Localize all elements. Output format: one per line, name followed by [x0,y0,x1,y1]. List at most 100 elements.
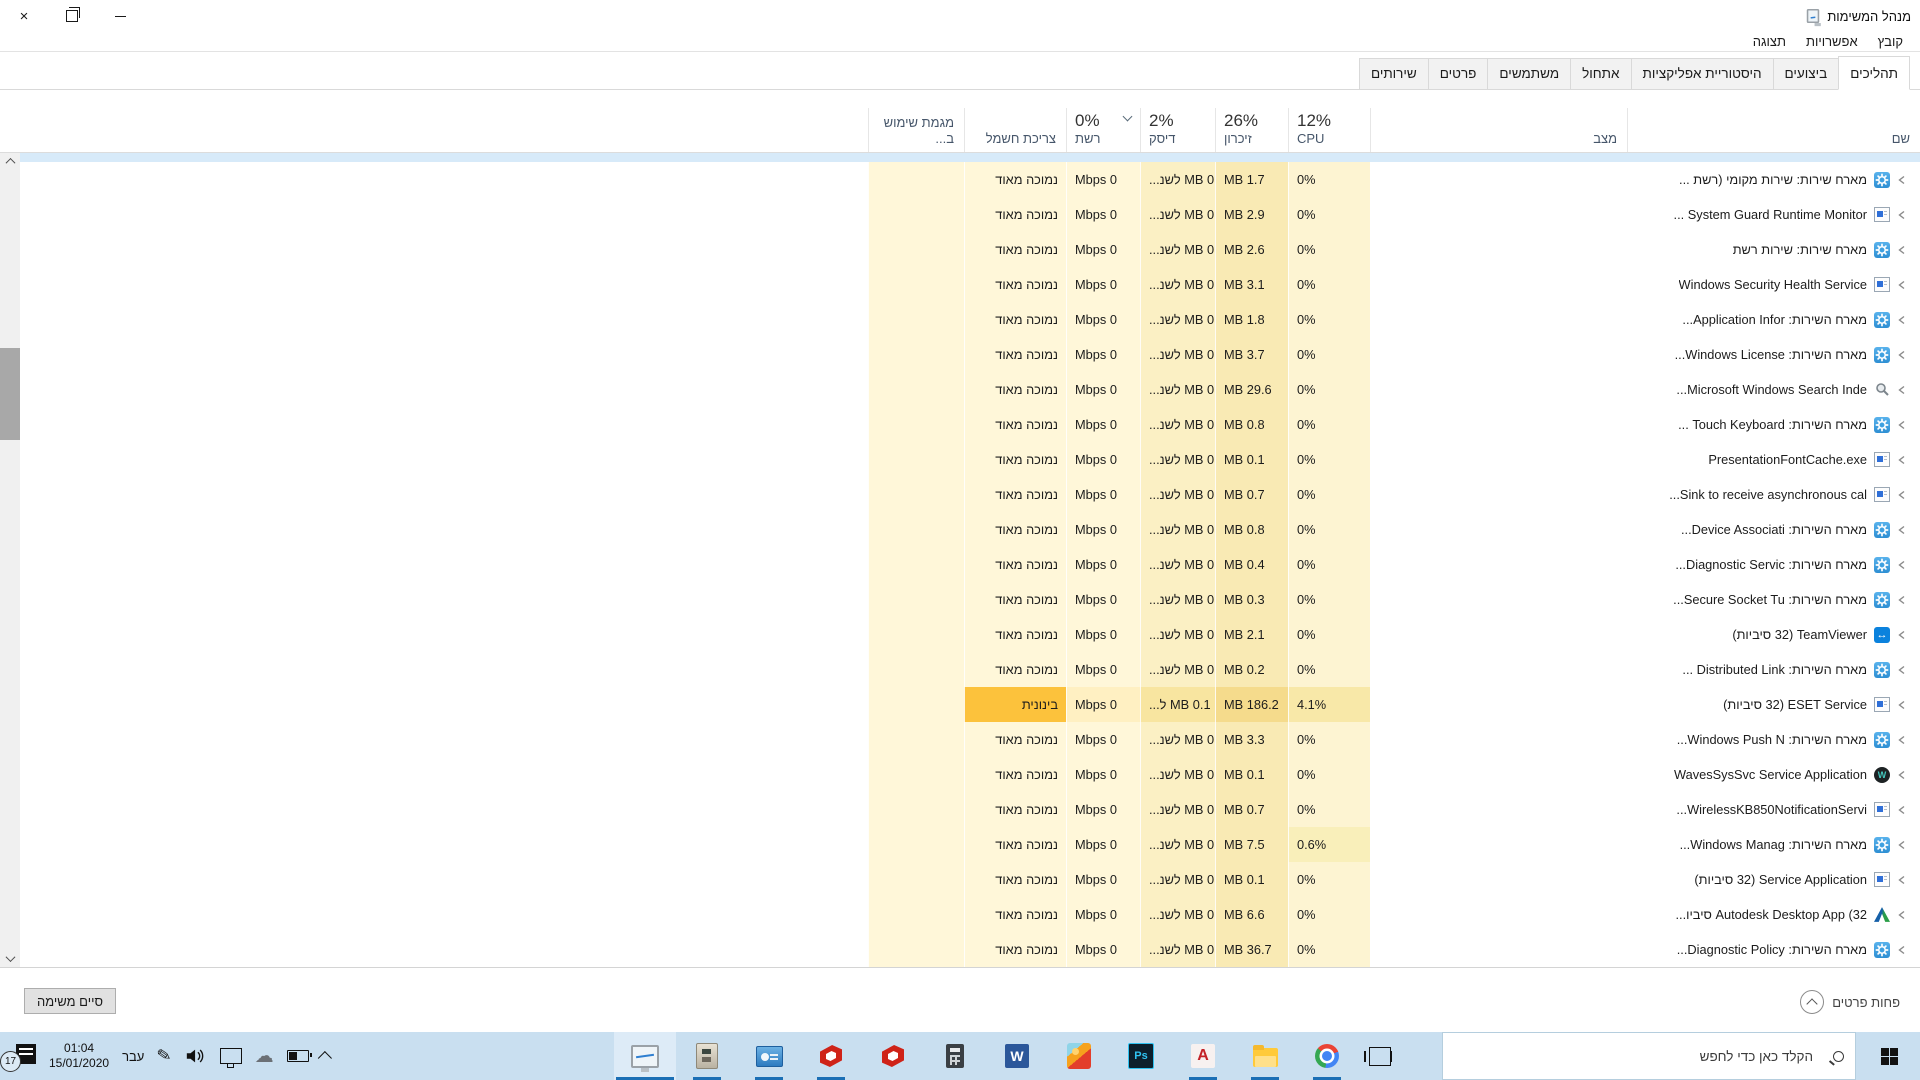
taskbar-app-file-explorer[interactable] [1234,1032,1296,1080]
tab-5[interactable]: פרטים [1427,58,1489,89]
column-header-status[interactable]: מצב [1370,108,1627,152]
table-row[interactable]: מארח השירות: Application Infor... 0% 1.8 M… [0,302,1920,337]
minimize-button[interactable] [96,0,144,32]
taskbar-app-machine-app[interactable] [676,1032,738,1080]
taskbar-clock[interactable]: 01:04 15/01/2020 [49,1041,109,1071]
column-header-power[interactable]: צריכת חשמל [964,108,1066,152]
taskbar-app-sketchup[interactable] [800,1032,862,1080]
expand-chevron-icon[interactable] [1897,420,1907,430]
tab-4[interactable]: משתמשים [1487,58,1572,89]
expand-chevron-icon[interactable] [1897,735,1907,745]
table-row[interactable]: ↔ TeamViewer (32 סיביות) 0% 2.1 MB 0 MB לשנ.… [0,617,1920,652]
expand-chevron-icon[interactable] [1897,805,1907,815]
column-header-cpu[interactable]: 12% CPU [1288,108,1370,152]
table-row[interactable]: מארח השירות: Windows Manag... 0.6% 7.5 MB 0… [0,827,1920,862]
power-trend-cell [868,267,964,302]
table-row[interactable]: מארח השירות: Diagnostic Servic... 0% 0.4 M… [0,547,1920,582]
expand-chevron-icon[interactable] [1897,385,1907,395]
end-task-button[interactable]: סיים משימה [24,988,116,1014]
pen-icon[interactable]: ✎ [156,1045,174,1067]
show-hidden-icons-chevron[interactable] [317,1051,332,1066]
column-header-network[interactable]: 0% רשת [1066,108,1140,152]
table-row[interactable]: מארח שירות: שירות מקומי (רשת ... 0% 1.7 MB… [0,162,1920,197]
menu-item-2[interactable]: תצוגה [1744,32,1795,51]
taskbar-app-sketchup-2[interactable] [862,1032,924,1080]
taskbar-app-candy-crush[interactable] [1048,1032,1110,1080]
tab-1[interactable]: ביצועים [1772,58,1840,89]
start-button[interactable] [1858,1032,1920,1080]
tab-0[interactable]: תהליכים [1838,56,1910,90]
expand-chevron-icon[interactable] [1897,910,1907,920]
volume-icon[interactable] [185,1047,207,1065]
battery-icon[interactable] [286,1050,312,1062]
expand-chevron-icon[interactable] [1897,595,1907,605]
taskbar-search[interactable] [1442,1032,1856,1080]
taskbar-app-chrome[interactable] [1296,1032,1358,1080]
scroll-up-icon[interactable] [0,153,20,170]
expand-chevron-icon[interactable] [1897,490,1907,500]
tab-6[interactable]: שירותים [1358,58,1429,89]
expand-chevron-icon[interactable] [1897,665,1907,675]
table-row[interactable]: System Guard Runtime Monitor ... 0% 2.9 MB… [0,197,1920,232]
app-icon [1874,697,1890,712]
table-row[interactable]: מארח השירות: Device Associati... 0% 0.8 MB… [0,512,1920,547]
tab-3[interactable]: אתחול [1570,58,1632,89]
column-header-name[interactable]: שם [1627,108,1920,152]
task-view-button[interactable] [1358,1032,1402,1080]
taskbar-app-task-manager[interactable] [614,1032,676,1080]
table-row[interactable]: ESET Service (32 סיביות) 4.1% 186.2 MB 0.1 … [0,687,1920,722]
expand-chevron-icon[interactable] [1897,280,1907,290]
close-button[interactable]: × [0,0,48,32]
column-header-disk[interactable]: 2% דיסק [1140,108,1215,152]
expand-chevron-icon[interactable] [1897,315,1907,325]
taskbar-app-autocad[interactable]: A [1172,1032,1234,1080]
table-row[interactable]: PresentationFontCache.exe 0% 0.1 MB 0 MB לש… [0,442,1920,477]
expand-chevron-icon[interactable] [1897,700,1907,710]
restore-button[interactable] [48,0,96,32]
table-row[interactable]: W WavesSysSvc Service Application 0% 0.1 MB… [0,757,1920,792]
expand-chevron-icon[interactable] [1897,630,1907,640]
search-input[interactable] [1443,1047,1821,1065]
taskbar-app-photoshop[interactable]: Ps [1110,1032,1172,1080]
expand-chevron-icon[interactable] [1897,525,1907,535]
scroll-down-icon[interactable] [0,950,20,967]
table-row[interactable]: מארח השירות: Diagnostic Policy... 0% 36.7 … [0,932,1920,967]
table-row[interactable]: מארח השירות: Distributed Link ... 0% 0.2 M… [0,652,1920,687]
table-row[interactable]: מארח השירות: Windows License... 0% 3.7 MB 0… [0,337,1920,372]
expand-chevron-icon[interactable] [1897,245,1907,255]
expand-chevron-icon[interactable] [1897,455,1907,465]
expand-chevron-icon[interactable] [1897,840,1907,850]
fewer-details-toggle[interactable]: פחות פרטים [1800,990,1900,1014]
expand-chevron-icon[interactable] [1897,875,1907,885]
table-row[interactable]: מארח השירות: Touch Keyboard ... 0% 0.8 MB 0… [0,407,1920,442]
expand-chevron-icon[interactable] [1897,560,1907,570]
table-row[interactable]: מארח שירות: שירות רשת 0% 2.6 MB 0 MB לשנ...… [0,232,1920,267]
network-icon[interactable] [219,1048,242,1068]
table-row[interactable]: מארח השירות: Windows Push N... 0% 3.3 MB 0 … [0,722,1920,757]
tab-2[interactable]: היסטוריית אפליקציות [1630,58,1774,89]
notification-center-icon[interactable]: 17 [0,1044,36,1072]
language-indicator[interactable]: עבר [122,1049,144,1064]
table-row[interactable]: Service Application (32 סיביות) 0% 0.1 MB 0… [0,862,1920,897]
expand-chevron-icon[interactable] [1897,175,1907,185]
vertical-scrollbar[interactable] [0,153,20,967]
column-header-memory[interactable]: 26% זיכרון [1215,108,1288,152]
scrollbar-thumb[interactable] [0,348,20,440]
table-row[interactable]: WirelessKB850NotificationServi... 0% 0.7 M… [0,792,1920,827]
expand-chevron-icon[interactable] [1897,945,1907,955]
column-header-power-trend[interactable]: מגמת שימוש ב... [868,108,964,152]
onedrive-cloud-icon[interactable]: ☁ [255,1045,274,1068]
expand-chevron-icon[interactable] [1897,770,1907,780]
table-row[interactable]: Autodesk Desktop App (32 סיביו... 0% 6.6 M… [0,897,1920,932]
table-row[interactable]: Microsoft Windows Search Inde... 0% 29.6 M… [0,372,1920,407]
expand-chevron-icon[interactable] [1897,350,1907,360]
taskbar-app-word[interactable]: W [986,1032,1048,1080]
table-row[interactable]: Windows Security Health Service 0% 3.1 MB 0… [0,267,1920,302]
menu-item-1[interactable]: אפשרויות [1797,32,1867,51]
menu-item-0[interactable]: קובץ [1869,32,1912,51]
taskbar-app-display-app[interactable] [738,1032,800,1080]
table-row[interactable]: מארח השירות: Secure Socket Tu... 0% 0.3 MB… [0,582,1920,617]
taskbar-app-calculator[interactable] [924,1032,986,1080]
expand-chevron-icon[interactable] [1897,210,1907,220]
table-row[interactable]: Sink to receive asynchronous cal... 0% 0.7… [0,477,1920,512]
